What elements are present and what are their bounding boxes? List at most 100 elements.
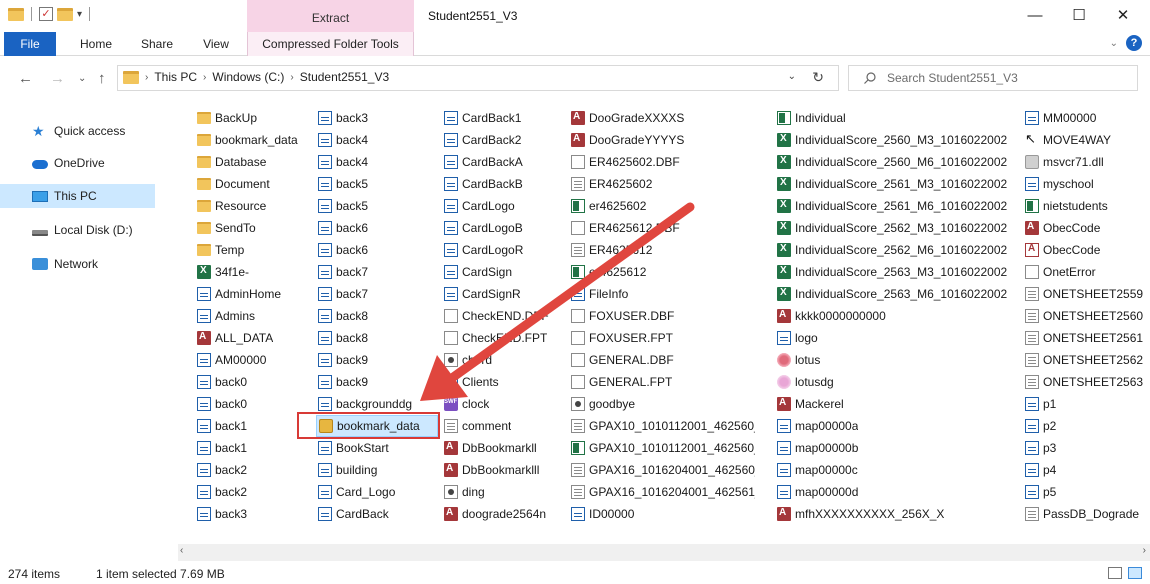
- file-item[interactable]: DbBookmarklll: [442, 459, 566, 481]
- tab-file[interactable]: File: [4, 32, 56, 56]
- chevron-right-icon[interactable]: ›: [203, 72, 206, 83]
- file-item[interactable]: nietstudents: [1023, 195, 1145, 217]
- file-item[interactable]: back4: [316, 129, 438, 151]
- file-item[interactable]: back4: [316, 151, 438, 173]
- address-dropdown-icon[interactable]: ⌄: [788, 71, 796, 82]
- file-item[interactable]: Mackerel: [775, 393, 1007, 415]
- file-item[interactable]: back6: [316, 239, 438, 261]
- file-item[interactable]: OnetError: [1023, 261, 1145, 283]
- file-item[interactable]: ID00000: [569, 503, 755, 525]
- file-item[interactable]: Individual: [775, 107, 1007, 129]
- file-item[interactable]: FOXUSER.DBF: [569, 305, 755, 327]
- new-folder-icon[interactable]: [57, 7, 73, 21]
- search-input[interactable]: [887, 69, 1127, 87]
- file-item[interactable]: BookStart: [316, 437, 438, 459]
- file-item[interactable]: er4625612: [569, 261, 755, 283]
- file-item[interactable]: map00000d: [775, 481, 1007, 503]
- file-item[interactable]: DooGradeYYYYS: [569, 129, 755, 151]
- tab-home[interactable]: Home: [72, 32, 120, 56]
- file-item[interactable]: p1: [1023, 393, 1145, 415]
- file-item[interactable]: IndividualScore_2563_M6_1016022002: [775, 283, 1007, 305]
- file-item[interactable]: CardSign: [442, 261, 566, 283]
- file-item[interactable]: GPAX16_1016204001_462561_2: [569, 481, 755, 503]
- file-item[interactable]: CardLogo: [442, 195, 566, 217]
- file-item[interactable]: CardBack: [316, 503, 438, 525]
- file-item[interactable]: back8: [316, 327, 438, 349]
- large-icons-view-icon[interactable]: [1128, 567, 1142, 579]
- file-item[interactable]: Clients: [442, 371, 566, 393]
- up-arrow-icon[interactable]: ↑: [98, 70, 106, 87]
- refresh-icon[interactable]: ↻: [812, 69, 824, 86]
- file-item[interactable]: p2: [1023, 415, 1145, 437]
- tab-share[interactable]: Share: [134, 32, 180, 56]
- file-item[interactable]: GENERAL.FPT: [569, 371, 755, 393]
- address-bar[interactable]: › This PC › Windows (C:) › Student2551_V…: [117, 65, 839, 91]
- file-item[interactable]: GENERAL.DBF: [569, 349, 755, 371]
- back-arrow-icon[interactable]: ←: [18, 70, 33, 87]
- file-item[interactable]: MM00000: [1023, 107, 1145, 129]
- file-item[interactable]: lotusdg: [775, 371, 1007, 393]
- file-item[interactable]: ObecCode: [1023, 217, 1145, 239]
- nav-item-this-pc[interactable]: This PC: [0, 184, 155, 208]
- file-item[interactable]: IndividualScore_2563_M3_1016022002: [775, 261, 1007, 283]
- file-item[interactable]: CardLogoR: [442, 239, 566, 261]
- file-item[interactable]: PassDB_Dograde: [1023, 503, 1145, 525]
- file-item[interactable]: p3: [1023, 437, 1145, 459]
- nav-item-local-disk-d[interactable]: Local Disk (D:): [0, 218, 155, 242]
- customize-toolbar-icon[interactable]: ▾: [77, 9, 82, 20]
- file-item[interactable]: back0: [195, 393, 313, 415]
- file-item[interactable]: MOVE4WAY: [1023, 129, 1145, 151]
- chevron-right-icon[interactable]: ›: [290, 72, 293, 83]
- file-item[interactable]: p4: [1023, 459, 1145, 481]
- file-item[interactable]: back6: [316, 217, 438, 239]
- forward-arrow-icon[interactable]: →: [50, 70, 65, 87]
- file-item[interactable]: ER4625602: [569, 173, 755, 195]
- file-item[interactable]: AM00000: [195, 349, 313, 371]
- file-item[interactable]: back8: [316, 305, 438, 327]
- file-item[interactable]: Document: [195, 173, 313, 195]
- file-item[interactable]: back9: [316, 349, 438, 371]
- tab-compressed-folder-tools[interactable]: Compressed Folder Tools: [247, 32, 414, 56]
- file-item[interactable]: CardBack2: [442, 129, 566, 151]
- file-item[interactable]: back0: [195, 371, 313, 393]
- nav-item-quick-access[interactable]: ★ Quick access: [0, 119, 155, 143]
- extract-context-tab[interactable]: Extract: [247, 0, 414, 32]
- file-item[interactable]: Database: [195, 151, 313, 173]
- file-item[interactable]: CheckEND.DBF: [442, 305, 566, 327]
- file-item[interactable]: BackUp: [195, 107, 313, 129]
- minimize-button[interactable]: —: [1012, 0, 1058, 32]
- file-item[interactable]: ER4625612.DBF: [569, 217, 755, 239]
- file-item[interactable]: back1: [195, 415, 313, 437]
- file-item[interactable]: building: [316, 459, 438, 481]
- file-item[interactable]: lotus: [775, 349, 1007, 371]
- file-item[interactable]: CardBackB: [442, 173, 566, 195]
- file-item[interactable]: SendTo: [195, 217, 313, 239]
- file-item[interactable]: DooGradeXXXXS: [569, 107, 755, 129]
- file-item[interactable]: ding: [442, 481, 566, 503]
- file-item[interactable]: myschool: [1023, 173, 1145, 195]
- file-item[interactable]: CardBack1: [442, 107, 566, 129]
- file-item[interactable]: chord: [442, 349, 566, 371]
- file-item[interactable]: CheckEND.FPT: [442, 327, 566, 349]
- file-item[interactable]: ONETSHEET2562: [1023, 349, 1145, 371]
- file-item[interactable]: FileInfo: [569, 283, 755, 305]
- file-item[interactable]: ER4625612: [569, 239, 755, 261]
- file-item[interactable]: Admins: [195, 305, 313, 327]
- file-item[interactable]: 34f1e-: [195, 261, 313, 283]
- search-box[interactable]: [848, 65, 1138, 91]
- scroll-left-icon[interactable]: ‹: [180, 545, 183, 556]
- file-item[interactable]: IndividualScore_2560_M3_1016022002: [775, 129, 1007, 151]
- scroll-right-icon[interactable]: ›: [1143, 545, 1146, 556]
- nav-item-onedrive[interactable]: OneDrive: [0, 151, 155, 175]
- file-item[interactable]: ER4625602.DBF: [569, 151, 755, 173]
- file-item[interactable]: CardSignR: [442, 283, 566, 305]
- recent-locations-icon[interactable]: ⌄: [78, 73, 86, 84]
- file-item[interactable]: back9: [316, 371, 438, 393]
- file-item[interactable]: back5: [316, 195, 438, 217]
- file-item[interactable]: GPAX10_1010112001_462560_2: [569, 415, 755, 437]
- details-view-icon[interactable]: [1108, 567, 1122, 579]
- file-item[interactable]: er4625602: [569, 195, 755, 217]
- file-item[interactable]: back7: [316, 261, 438, 283]
- file-item[interactable]: GPAX10_1010112001_462560_2: [569, 437, 755, 459]
- tab-view[interactable]: View: [194, 32, 238, 56]
